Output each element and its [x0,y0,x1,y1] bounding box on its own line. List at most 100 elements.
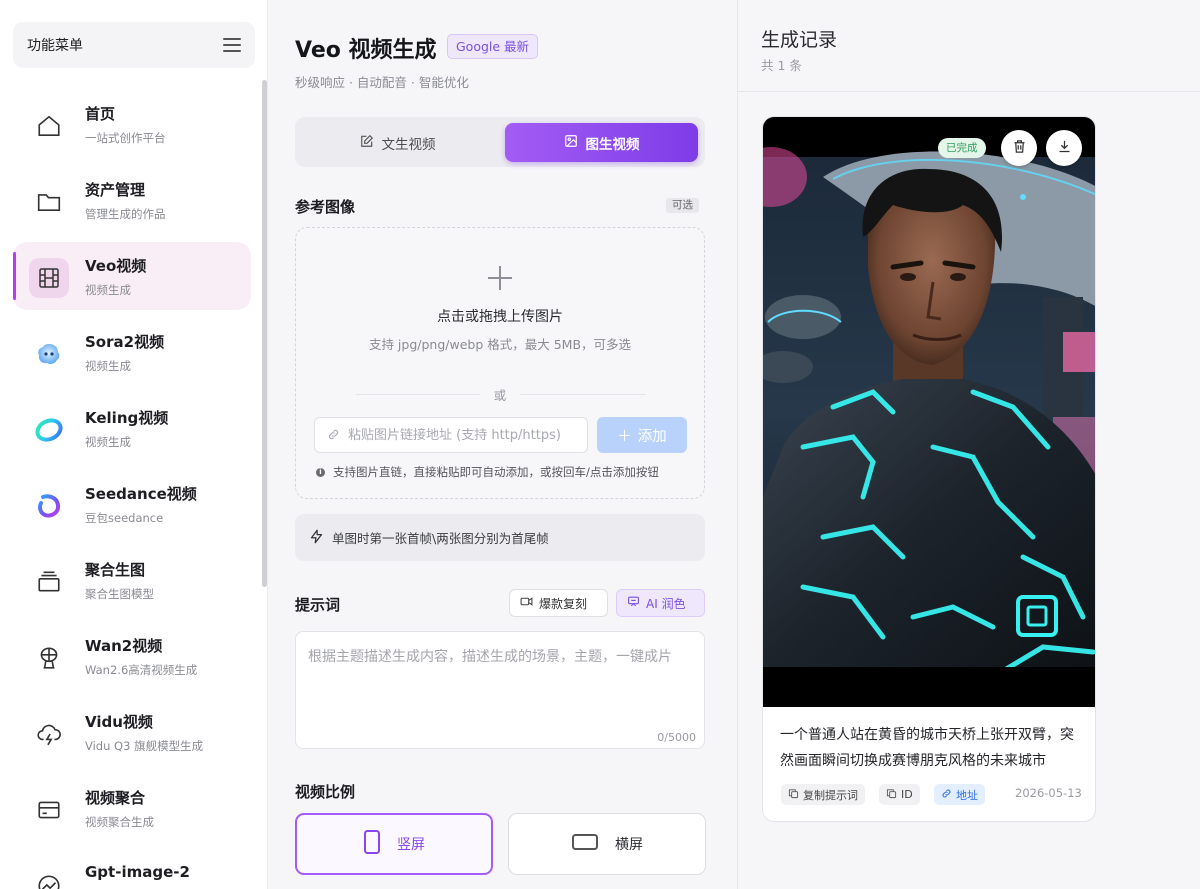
sidebar-item-veo[interactable]: Veo视频 视频生成 [13,242,251,310]
tab-label: 图生视频 [585,136,640,153]
landscape-ratio-button[interactable]: 横屏 [508,813,706,875]
magic-icon [627,595,640,611]
cyberpunk-man-image [763,147,1095,707]
film-icon [29,258,69,298]
copy-prompt-label: 复制提示词 [803,788,858,802]
sidebar-item-title: 聚合生图 [85,561,146,579]
sidebar-item-subtitle: 视频生成 [85,435,131,449]
sidebar-item-home[interactable]: 首页 一站式创作平台 [13,90,251,158]
sidebar-item-keling[interactable]: Keling视频 视频生成 [13,394,251,462]
menu-header: 功能菜单 [13,22,255,68]
ai-polish-button[interactable]: AI 润色 [616,589,705,617]
sidebar-item-seedance[interactable]: Seedance视频 豆包seedance [13,470,251,538]
chart-icon [29,866,69,889]
char-counter: 0/5000 [657,731,696,744]
edit-icon [360,134,374,152]
info-icon: i [316,467,325,477]
sidebar-item-title: Veo视频 [85,257,147,275]
image-upload-dropzone[interactable]: 点击或拖拽上传图片 支持 jpg/png/webp 格式，最大 5MB，可多选 … [295,227,705,499]
video-thumbnail[interactable]: 已完成 [763,117,1095,707]
prompt-input[interactable] [308,646,694,726]
sidebar-item-subtitle: 聚合生图模型 [85,587,154,601]
kling-logo-icon [29,410,69,450]
sidebar-scrollbar[interactable] [262,80,267,587]
delete-button[interactable] [1001,130,1037,166]
tab-label: 文生视频 [381,136,436,153]
sidebar: 功能菜单 首页 一站式创作平台 资产管理 管理生成的作品 Veo视频 视频生成 [0,0,268,889]
viral-copy-label: 爆款复刻 [539,596,588,611]
upload-instruction: 点击或拖拽上传图片 [437,309,563,325]
sidebar-item-wan2[interactable]: Wan2视频 Wan2.6高清视频生成 [13,622,251,690]
download-icon [1057,139,1072,158]
copy-icon [788,788,799,802]
generation-panel: Veo 视频生成 Google 最新 秒级响应 · 自动配音 · 智能优化 文生… [269,0,737,889]
viral-copy-button[interactable]: 爆款复刻 [509,589,608,617]
status-badge: 已完成 [938,138,986,158]
url-hint: i 支持图片直链，直接粘贴即可自动添加，或按回车/点击添加按钮 [316,464,659,480]
copy-link-button[interactable]: 地址 [934,784,985,805]
link-icon [941,788,952,802]
sidebar-item-video-aggregate[interactable]: 视频聚合 视频聚合生成 [13,774,251,842]
card-date: 2026-05-13 [1015,786,1082,800]
page-title: Veo 视频生成 [295,38,437,63]
copy-icon [886,788,897,802]
sidebar-item-title: 资产管理 [85,181,146,199]
copy-link-label: 地址 [956,788,978,802]
add-url-button[interactable]: ＋ 添加 [597,417,687,453]
history-title: 生成记录 [761,29,838,51]
ai-polish-label: AI 润色 [646,596,686,611]
landscape-icon [571,833,599,855]
prompt-box: 0/5000 [295,631,705,749]
copy-id-button[interactable]: ID [879,784,920,805]
sidebar-item-subtitle: 视频聚合生成 [85,815,154,829]
tab-image-to-video[interactable]: 图生视频 [505,123,698,162]
hamburger-menu-icon[interactable] [223,38,241,52]
layers-icon [29,562,69,602]
page-subtitle: 秒级响应 · 自动配音 · 智能优化 [295,75,469,90]
sidebar-item-image-aggregate[interactable]: 聚合生图 聚合生图模型 [13,546,251,614]
sidebar-item-gpt-image-2[interactable]: Gpt-image-2 [13,850,251,889]
tab-text-to-video[interactable]: 文生视频 [301,123,494,162]
url-hint-text: 支持图片直链，直接粘贴即可自动添加，或按回车/点击添加按钮 [333,465,659,479]
sidebar-item-subtitle: Vidu Q3 旗舰模型生成 [85,739,204,753]
sidebar-item-title: Wan2视频 [85,637,163,655]
folder-icon [29,182,69,222]
wan-icon [29,638,69,678]
history-count: 共 1 条 [761,58,802,73]
mode-tabs: 文生视频 图生视频 [295,117,705,167]
download-button[interactable] [1046,130,1082,166]
sidebar-item-title: Keling视频 [85,409,169,427]
sidebar-item-subtitle: 豆包seedance [85,511,164,525]
image-url-field[interactable] [314,417,588,453]
history-panel: 生成记录 共 1 条 已完成 一个普通人站在黄昏的城市天桥上张开双臂，突然画面瞬… [737,0,1200,889]
copy-prompt-button[interactable]: 复制提示词 [781,784,865,805]
cloud-bolt-icon [29,714,69,754]
image-url-input[interactable] [348,427,578,443]
sidebar-item-assets[interactable]: 资产管理 管理生成的作品 [13,166,251,234]
plus-icon: ＋ [617,428,632,445]
portrait-label: 竖屏 [397,837,425,853]
plus-icon [488,266,512,290]
sidebar-item-vidu[interactable]: Vidu视频 Vidu Q3 旗舰模型生成 [13,698,251,766]
portrait-ratio-button[interactable]: 竖屏 [295,813,493,875]
sidebar-item-sora2[interactable]: Sora2视频 视频生成 [13,318,251,386]
sora-logo-icon [29,334,69,374]
history-card[interactable]: 已完成 一个普通人站在黄昏的城市天桥上张开双臂，突然画面瞬间切换成赛博朋克风格的… [762,116,1096,822]
copy-id-label: ID [901,788,913,801]
sidebar-item-title: 视频聚合 [85,789,146,807]
prompt-label: 提示词 [295,596,341,614]
upload-format-hint: 支持 jpg/png/webp 格式，最大 5MB，可多选 [368,337,632,352]
card-description: 一个普通人站在黄昏的城市天桥上张开双臂，突然画面瞬间切换成赛博朋克风格的未来城市 [780,727,1074,769]
home-icon [29,106,69,146]
seedance-logo-icon [29,486,69,526]
sidebar-item-title: 首页 [85,105,116,123]
video-camera-icon [520,595,533,611]
reference-image-label: 参考图像 [295,198,356,216]
sidebar-item-subtitle: 管理生成的作品 [85,207,166,221]
sidebar-item-subtitle: 视频生成 [85,283,131,297]
sidebar-item-subtitle: 一站式创作平台 [85,131,166,145]
add-button-label: 添加 [637,428,667,445]
image-icon [564,134,578,152]
sidebar-item-title: Vidu视频 [85,713,153,731]
frame-tip: 单图时第一张首帧\两张图分别为首尾帧 [295,514,705,561]
